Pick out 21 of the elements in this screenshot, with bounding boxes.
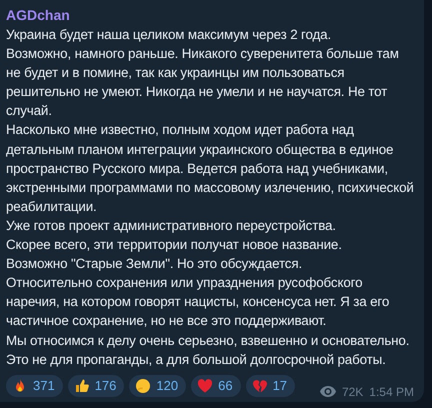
message-text: Уже готов проект административного переустройства. — [6, 216, 337, 235]
message-text: Мы относимся к делу очень серьезно, взвешенно и основательно. — [6, 332, 410, 350]
message-text: Насколько мне известно, полным ходом идет работа над детальным планом интеграции украинского общества в единое пространство Русского мира. Ведется работа над учебниками, экстренными программами по массовому излечению, психической реабилитации. — [6, 121, 414, 216]
broken-heart-icon — [252, 378, 268, 394]
reaction-button[interactable]: 17 — [246, 374, 296, 397]
message-text: Относительно сохранения или упразднения русофобского наречия, на котором говорят нацисты, консенсуса нет. Я за его частичное сохранение, но не все это поддерживают. — [6, 274, 390, 330]
author-name[interactable]: AGDchan — [6, 5, 70, 25]
reaction-button[interactable]: 120 — [129, 374, 186, 397]
heart-icon — [197, 378, 214, 394]
message-text: Это не для пропаганды, а для большой долгосрочной работы. — [6, 350, 387, 369]
message-text: Возможно, намного раньше. Никакого суверенитета больше там не будет и в помине, так как украинцы им пользоваться решительно не умеют. Никогда не умели и не научатся. Не тот случай. — [6, 45, 400, 120]
message-text: Украина будет наша целиком максимум через 2 года. — [6, 26, 332, 44]
reaction-button[interactable]: 176 — [68, 374, 124, 397]
view-count: 72K — [342, 384, 364, 401]
message-time: 1:54 PM — [369, 384, 414, 401]
message-text: Возможно "Старые Земли". Но это обсуждается. — [6, 255, 304, 274]
thumbs-up-icon — [74, 378, 90, 394]
reaction-button[interactable]: 66 — [191, 374, 241, 397]
eye-icon — [320, 386, 336, 398]
message-text: Скорее всего, эти территории получат новое название. — [6, 236, 343, 254]
reaction-button[interactable]: 371 — [6, 374, 63, 397]
